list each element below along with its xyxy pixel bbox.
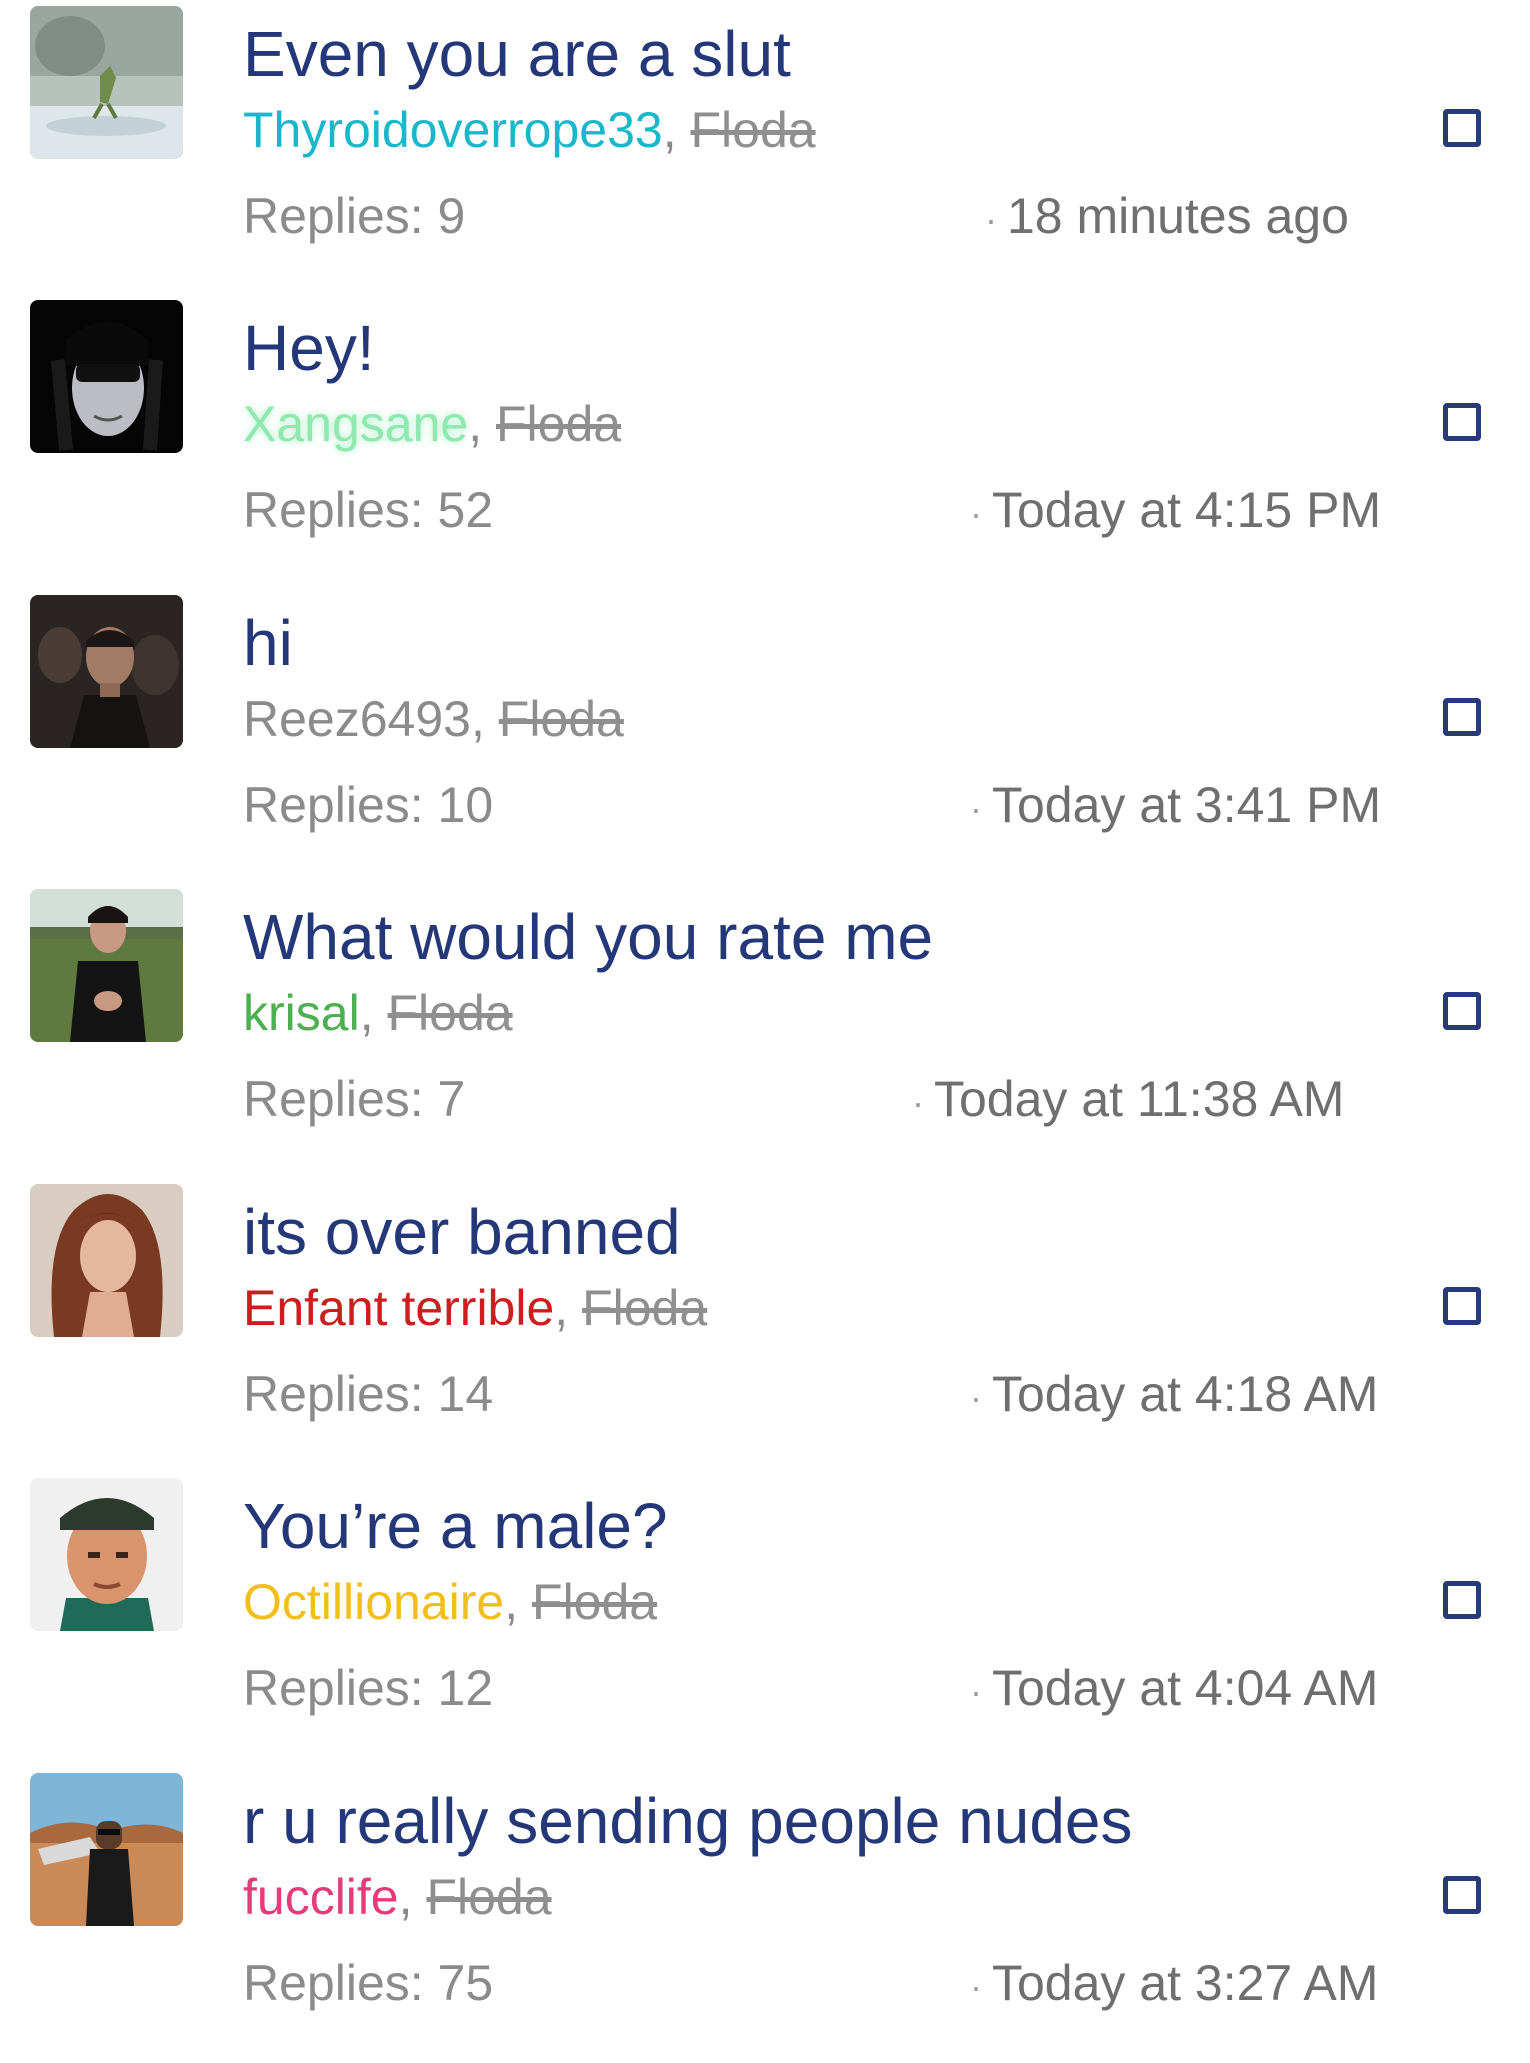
thread-author[interactable]: Octillionaire — [243, 1574, 504, 1630]
avatar[interactable] — [30, 1184, 183, 1337]
time-separator: · — [970, 787, 982, 829]
thread-select-checkbox[interactable] — [1443, 698, 1481, 736]
thread-author[interactable]: fucclife — [243, 1869, 399, 1925]
author-separator: , — [662, 102, 677, 158]
thread-authors: Thyroidoverrope33, Floda — [243, 100, 816, 160]
thread-title[interactable]: hi — [243, 605, 293, 681]
thread-row[interactable]: You’re a male? Octillionaire, Floda Repl… — [0, 1472, 1530, 1768]
thread-time-text: Today at 3:27 AM — [992, 1955, 1379, 2011]
thread-time-text: Today at 4:04 AM — [992, 1660, 1379, 1716]
thread-time: · Today at 4:18 AM — [970, 1364, 1378, 1428]
thread-select-checkbox[interactable] — [1443, 1287, 1481, 1325]
last-poster[interactable]: Floda — [496, 396, 621, 452]
thread-authors: Reez6493, Floda — [243, 689, 624, 749]
thread-authors: Octillionaire, Floda — [243, 1572, 657, 1632]
reply-count: Replies: 14 — [243, 1366, 494, 1422]
thread-row[interactable]: Even you are a slut Thyroidoverrope33, F… — [0, 0, 1530, 296]
thread-authors: Xangsane, Floda — [243, 394, 621, 454]
thread-select-checkbox[interactable] — [1443, 992, 1481, 1030]
last-poster[interactable]: Floda — [532, 1574, 657, 1630]
time-separator: · — [970, 1965, 982, 2007]
author-separator: , — [554, 1280, 569, 1336]
thread-row[interactable]: hi Reez6493, Floda Replies: 10 · Today at… — [0, 589, 1530, 885]
author-separator: , — [359, 985, 374, 1041]
time-separator: · — [970, 1376, 982, 1418]
thread-time: · Today at 11:38 AM — [912, 1069, 1344, 1133]
thread-row[interactable]: r u really sending people nudes fucclife… — [0, 1767, 1530, 2063]
thread-time-text: 18 minutes ago — [1007, 188, 1349, 244]
thread-time: · Today at 3:41 PM — [970, 775, 1381, 839]
avatar[interactable] — [30, 6, 183, 159]
thread-title[interactable]: its over banned — [243, 1194, 681, 1270]
time-separator: · — [970, 1670, 982, 1712]
reply-count: Replies: 52 — [243, 482, 494, 538]
thread-time: · Today at 3:27 AM — [970, 1953, 1378, 2017]
thread-time-text: Today at 3:41 PM — [992, 777, 1382, 833]
avatar[interactable] — [30, 595, 183, 748]
last-poster[interactable]: Floda — [426, 1869, 551, 1925]
thread-title[interactable]: Even you are a slut — [243, 16, 791, 92]
reply-count: Replies: 12 — [243, 1660, 494, 1716]
thread-author[interactable]: Enfant terrible — [243, 1280, 554, 1336]
reply-count: Replies: 7 — [243, 1071, 466, 1127]
reply-count: Replies: 75 — [243, 1955, 494, 2011]
thread-select-checkbox[interactable] — [1443, 1876, 1481, 1914]
thread-time: · 18 minutes ago — [985, 186, 1349, 250]
avatar[interactable] — [30, 300, 183, 453]
thread-select-checkbox[interactable] — [1443, 1581, 1481, 1619]
last-poster[interactable]: Floda — [388, 985, 513, 1041]
thread-author[interactable]: Reez6493 — [243, 691, 471, 747]
thread-time-text: Today at 4:15 PM — [992, 482, 1382, 538]
author-separator: , — [398, 1869, 413, 1925]
time-separator: · — [912, 1081, 924, 1123]
thread-title[interactable]: You’re a male? — [243, 1488, 668, 1564]
thread-authors: Enfant terrible, Floda — [243, 1278, 707, 1338]
last-poster[interactable]: Floda — [691, 102, 816, 158]
reply-count: Replies: 9 — [243, 188, 466, 244]
thread-author[interactable]: krisal — [243, 985, 360, 1041]
thread-row[interactable]: What would you rate me krisal, Floda Rep… — [0, 883, 1530, 1179]
avatar[interactable] — [30, 1478, 183, 1631]
thread-authors: krisal, Floda — [243, 983, 513, 1043]
avatar[interactable] — [30, 1773, 183, 1926]
thread-time: · Today at 4:04 AM — [970, 1658, 1378, 1722]
thread-time-text: Today at 4:18 AM — [992, 1366, 1379, 1422]
author-separator: , — [470, 691, 485, 747]
thread-row[interactable]: its over banned Enfant terrible, Floda R… — [0, 1178, 1530, 1474]
time-separator: · — [970, 492, 982, 534]
thread-time-text: Today at 11:38 AM — [934, 1071, 1345, 1127]
thread-list: Even you are a slut Thyroidoverrope33, F… — [0, 0, 1530, 2048]
last-poster[interactable]: Floda — [582, 1280, 707, 1336]
thread-select-checkbox[interactable] — [1443, 403, 1481, 441]
thread-author[interactable]: Xangsane — [243, 396, 468, 452]
reply-count: Replies: 10 — [243, 777, 494, 833]
last-poster[interactable]: Floda — [499, 691, 624, 747]
thread-title[interactable]: r u really sending people nudes — [243, 1783, 1133, 1859]
thread-row[interactable]: Hey! Xangsane, Floda Replies: 52 · Today … — [0, 294, 1530, 590]
thread-title[interactable]: Hey! — [243, 310, 375, 386]
thread-author[interactable]: Thyroidoverrope33 — [243, 102, 663, 158]
thread-title[interactable]: What would you rate me — [243, 899, 933, 975]
thread-time: · Today at 4:15 PM — [970, 480, 1381, 544]
time-separator: · — [985, 198, 997, 240]
avatar[interactable] — [30, 889, 183, 1042]
author-separator: , — [504, 1574, 519, 1630]
thread-select-checkbox[interactable] — [1443, 109, 1481, 147]
author-separator: , — [468, 396, 483, 452]
thread-authors: fucclife, Floda — [243, 1867, 552, 1927]
